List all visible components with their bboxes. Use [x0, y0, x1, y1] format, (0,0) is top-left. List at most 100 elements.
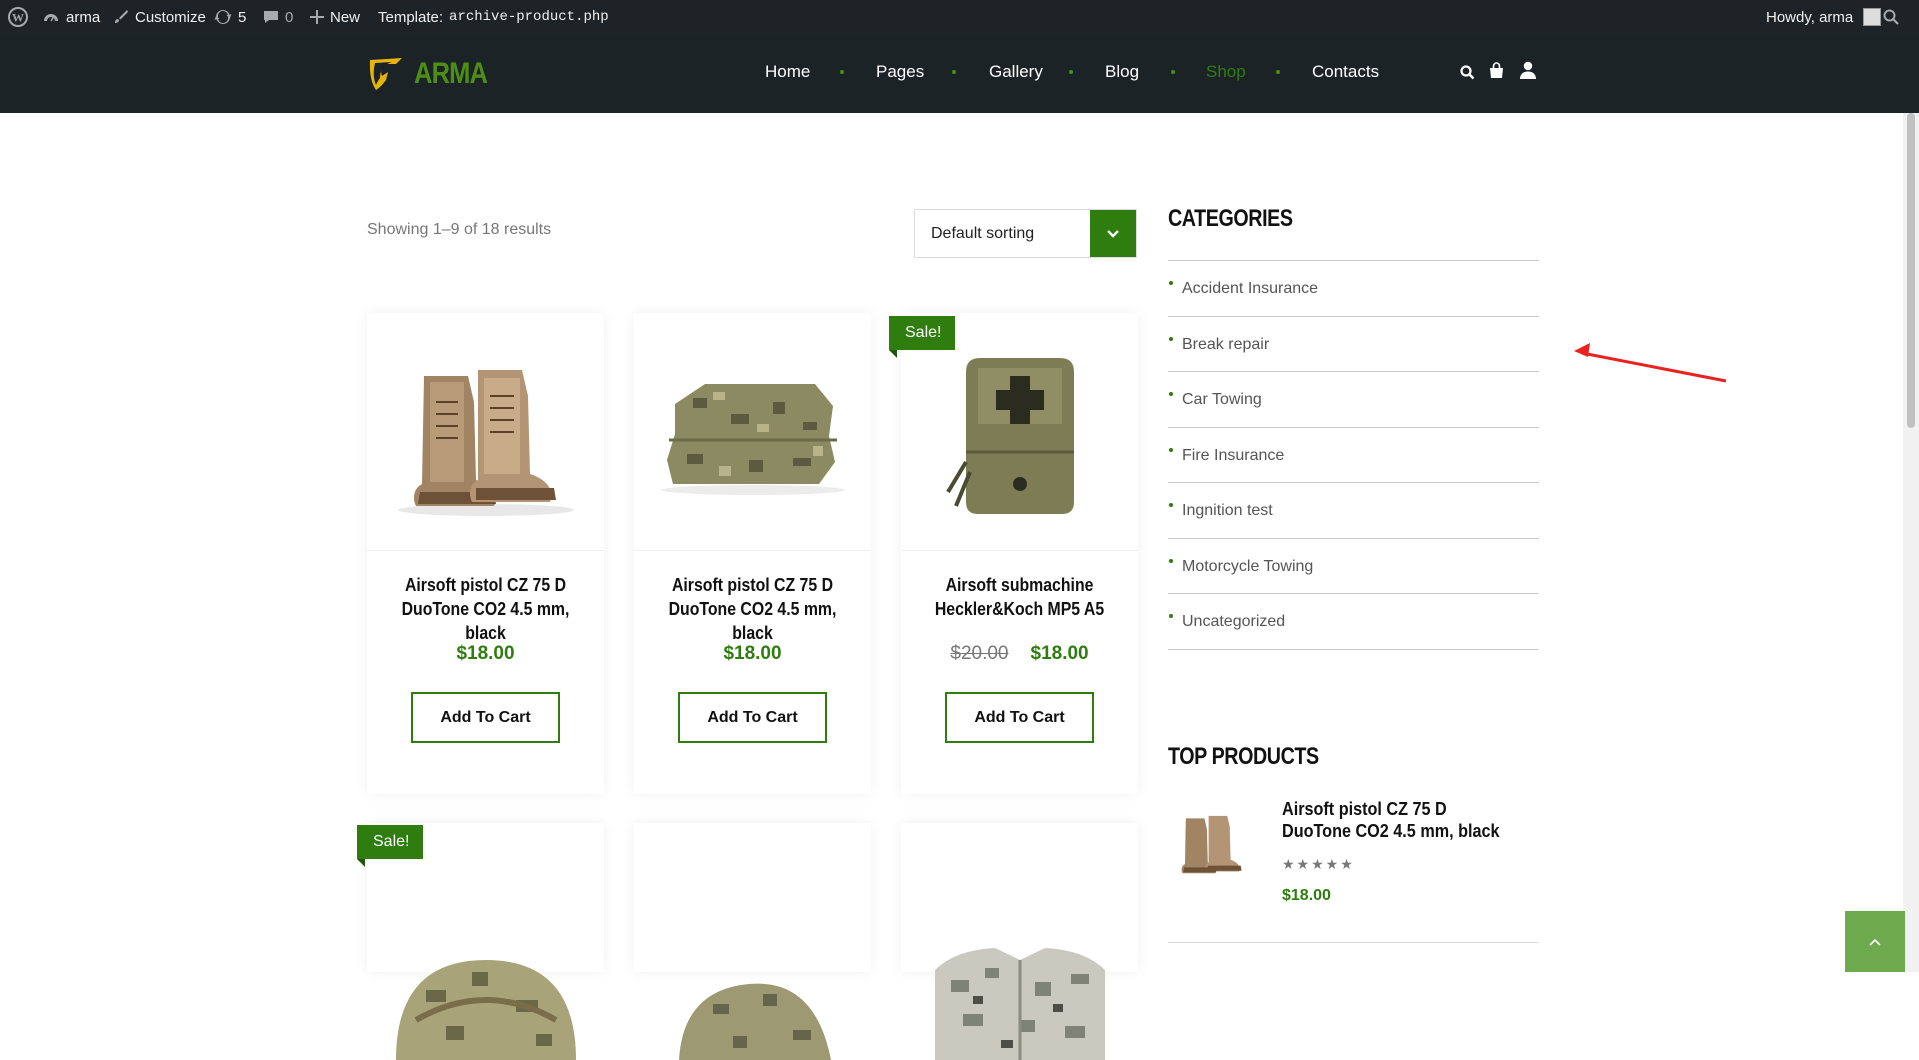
product-card[interactable]	[901, 823, 1138, 1060]
bullet	[1169, 281, 1173, 285]
template-file: archive-product.php	[449, 9, 609, 25]
price-old: $20.00	[950, 643, 1009, 664]
nav-separator	[952, 70, 956, 74]
comment-icon	[264, 11, 278, 23]
admin-search-icon[interactable]	[1883, 0, 1899, 34]
updates-link[interactable]: 5	[214, 0, 246, 34]
card-divider	[901, 550, 1138, 551]
bullet	[1169, 336, 1173, 341]
product-image-boots[interactable]	[367, 313, 604, 550]
nav-item-pages[interactable]: Pages	[876, 62, 924, 82]
my-account-link[interactable]: Howdy, arma	[1766, 0, 1882, 34]
top-product-item: Airsoft pistol CZ 75 D DuoTone CO2 4.5 m…	[1168, 792, 1539, 943]
updates-count: 5	[238, 8, 247, 26]
bullet	[1169, 614, 1173, 618]
nav-separator	[840, 70, 844, 74]
greeting: Howdy, arma	[1766, 8, 1854, 26]
sorting-toggle[interactable]	[1090, 210, 1136, 257]
chevron-up-icon	[1869, 938, 1881, 946]
customize-link[interactable]: Customize	[113, 0, 206, 34]
product-card[interactable]: Airsoft pistol CZ 75 D DuoTone CO2 4.5 m…	[367, 313, 604, 794]
product-image-camo-jacket[interactable]	[901, 823, 1138, 1060]
dashboard-icon	[44, 14, 58, 22]
nav-separator	[1171, 70, 1175, 74]
nav-item-shop[interactable]: Shop	[1206, 62, 1246, 82]
cart-icon[interactable]	[1489, 62, 1504, 79]
wordpress-logo-icon[interactable]: W	[8, 0, 28, 34]
product-image-camo-cap[interactable]	[634, 823, 871, 1060]
bullet	[1169, 447, 1173, 452]
site-name: arma	[66, 8, 101, 26]
sidebar: CATEGORIES Accident Insurance Break repa…	[1168, 205, 1539, 650]
nav-separator	[1276, 70, 1280, 74]
product-title[interactable]: Airsoft submachine Heckler&Koch MP5 A5	[924, 573, 1115, 621]
add-to-cart-button[interactable]: Add To Cart	[945, 692, 1094, 743]
add-to-cart-button[interactable]: Add To Cart	[411, 692, 560, 743]
back-to-top-button[interactable]	[1845, 911, 1905, 972]
new-label: New	[330, 8, 361, 26]
product-price: $18.00	[634, 643, 871, 665]
category-item[interactable]: Ingnition test	[1168, 483, 1539, 539]
category-label[interactable]: Car Towing	[1182, 391, 1262, 409]
sorting-select[interactable]: Default sorting	[914, 209, 1137, 258]
product-title[interactable]: Airsoft pistol CZ 75 D DuoTone CO2 4.5 m…	[390, 573, 581, 645]
category-label[interactable]: Motorcycle Towing	[1182, 558, 1313, 576]
svg-text:W: W	[12, 11, 24, 25]
category-item[interactable]: Break repair	[1168, 317, 1539, 372]
add-to-cart-button[interactable]: Add To Cart	[678, 692, 827, 743]
category-item[interactable]: Car Towing	[1168, 372, 1539, 428]
customize-label: Customize	[135, 8, 206, 26]
category-label[interactable]: Ingnition test	[1182, 502, 1273, 520]
updates-icon	[214, 10, 232, 24]
nav-item-home[interactable]: Home	[765, 62, 810, 82]
card-divider	[367, 550, 604, 551]
category-label[interactable]: Break repair	[1182, 336, 1269, 354]
eagle-shield-icon	[369, 58, 402, 90]
bullet	[1169, 503, 1173, 507]
category-item[interactable]: Accident Insurance	[1168, 261, 1539, 317]
new-content-link[interactable]: New	[310, 0, 360, 34]
logo-text: ARMA	[414, 57, 488, 90]
category-label[interactable]: Fire Insurance	[1182, 447, 1284, 465]
plus-icon	[310, 10, 324, 24]
price-current: $18.00	[456, 643, 515, 664]
product-price: $20.00 $18.00	[901, 643, 1138, 665]
price-current: $18.00	[723, 643, 782, 664]
top-product-name[interactable]: Airsoft pistol CZ 75 D DuoTone CO2 4.5 m…	[1282, 798, 1516, 842]
user-icon[interactable]	[1520, 61, 1536, 79]
site-header: ARMA Home Pages Gallery Blog Shop Contac…	[0, 34, 1919, 113]
top-products-title: TOP PRODUCTS	[1168, 743, 1319, 770]
nav-item-gallery[interactable]: Gallery	[989, 62, 1043, 82]
category-label[interactable]: Accident Insurance	[1182, 280, 1318, 298]
nav-item-contacts[interactable]: Contacts	[1312, 62, 1379, 82]
product-card[interactable]	[634, 823, 871, 1060]
card-divider	[634, 550, 871, 551]
sorting-value: Default sorting	[931, 225, 1035, 242]
category-item[interactable]: Motorcycle Towing	[1168, 539, 1539, 594]
product-card[interactable]: Sale!	[357, 823, 604, 1060]
categories-title: CATEGORIES	[1168, 205, 1293, 232]
category-item[interactable]: Fire Insurance	[1168, 428, 1539, 483]
comments-count: 0	[285, 8, 294, 26]
site-logo[interactable]: ARMA	[366, 54, 500, 94]
nav-item-blog[interactable]: Blog	[1105, 62, 1139, 82]
bullet	[1169, 558, 1173, 563]
product-card[interactable]: Sale! Airsoft submachine Heckler&Koch MP…	[889, 313, 1138, 794]
nav-separator	[1069, 70, 1073, 74]
product-card[interactable]: Airsoft pistol CZ 75 D DuoTone CO2 4.5 m…	[634, 313, 871, 794]
brush-icon	[115, 10, 128, 23]
product-image-folded-camo[interactable]	[634, 313, 871, 550]
sale-badge: Sale!	[357, 825, 424, 867]
category-item[interactable]: Uncategorized	[1168, 594, 1539, 650]
vertical-scrollbar[interactable]	[1903, 113, 1919, 972]
categories-list: Accident Insurance Break repair Car Towi…	[1168, 260, 1539, 650]
comments-link[interactable]: 0	[263, 0, 293, 34]
top-product-price: $18.00	[1282, 887, 1331, 904]
category-label[interactable]: Uncategorized	[1182, 613, 1285, 631]
star-rating: ★★★★★	[1282, 856, 1355, 872]
product-title[interactable]: Airsoft pistol CZ 75 D DuoTone CO2 4.5 m…	[657, 573, 848, 645]
site-name-link[interactable]: arma	[42, 0, 100, 34]
top-product-thumbnail[interactable]	[1168, 798, 1256, 886]
scrollbar-thumb[interactable]	[1907, 113, 1915, 428]
search-icon[interactable]	[1460, 65, 1475, 80]
